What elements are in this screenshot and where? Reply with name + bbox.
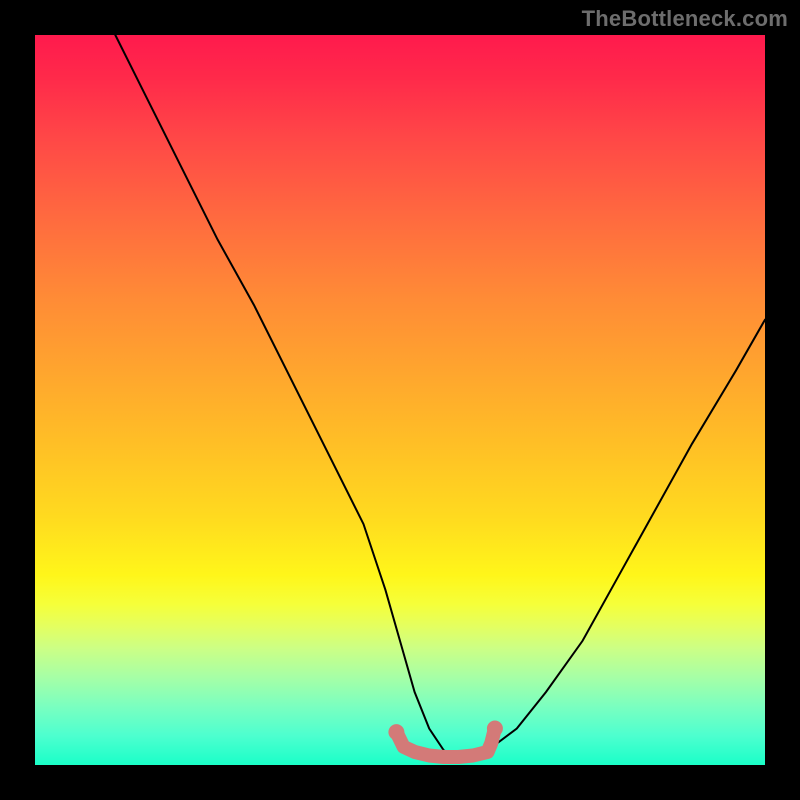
curve-line bbox=[115, 35, 765, 758]
watermark-text: TheBottleneck.com bbox=[582, 6, 788, 32]
valley-dot-left bbox=[388, 724, 404, 740]
chart-frame: TheBottleneck.com bbox=[0, 0, 800, 800]
chart-svg bbox=[35, 35, 765, 765]
valley-dot-right bbox=[487, 721, 503, 737]
valley-marker bbox=[396, 729, 495, 758]
